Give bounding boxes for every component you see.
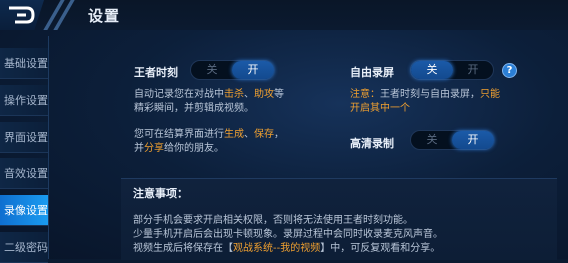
free-record-label: 自由录屏 — [350, 66, 394, 79]
question-icon[interactable]: ? — [502, 63, 517, 78]
toggle-on-option[interactable]: 开 — [452, 61, 494, 79]
sidebar-divider — [48, 36, 49, 259]
page-title: 设置 — [88, 7, 121, 25]
free-record-note: 注意：王者时刻与自由录屏，只能 开启其中一个 — [350, 89, 500, 114]
king-moment-share-description: 您可在结算界面进行生成、保存， 并分享给你的朋友。 — [134, 129, 284, 154]
sidebar-item-controls[interactable]: 操作设置 — [0, 85, 48, 116]
hd-record-label: 高清录制 — [350, 137, 394, 150]
king-moment-toggle[interactable]: 关 开 — [190, 60, 274, 80]
king-moment-description: 自动记录您在对战中击杀、助攻等 精彩瞬间，并剪辑成视频。 — [134, 89, 284, 114]
notice-line: 视频生成后将保存在【观战系统--我的视频】中，可反复观看和分享。 — [133, 243, 441, 254]
toggle-off-option[interactable]: 关 — [411, 61, 453, 79]
back-button[interactable] — [0, 0, 44, 30]
sidebar-item-interface[interactable]: 界面设置 — [0, 122, 48, 153]
toggle-on-option[interactable]: 开 — [232, 61, 274, 79]
sidebar-item-password[interactable]: 二级密码 — [0, 232, 48, 263]
hd-record-toggle[interactable]: 关 开 — [410, 130, 494, 150]
notice-title: 注意事项： — [133, 187, 188, 200]
king-moment-label: 王者时刻 — [134, 66, 178, 79]
notice-line: 少量手机开启后会出现卡顿现象。录屏过程中会同时收录麦克风声音。 — [133, 229, 443, 240]
sidebar-item-basic[interactable]: 基础设置 — [0, 48, 48, 79]
top-bar: 设置 — [0, 0, 568, 30]
notice-panel: 注意事项： 部分手机会要求开启相关权限，否则将无法使用王者时刻功能。 少量手机开… — [121, 178, 557, 260]
toggle-on-option[interactable]: 开 — [452, 131, 494, 149]
sidebar-item-sound[interactable]: 音效设置 — [0, 158, 48, 189]
settings-sidebar: 基础设置 操作设置 界面设置 音效设置 录像设置 二级密码 — [0, 36, 50, 263]
free-record-toggle[interactable]: 关 开 — [410, 60, 494, 80]
toggle-off-option[interactable]: 关 — [191, 61, 233, 79]
notice-line: 部分手机会要求开启相关权限，否则将无法使用王者时刻功能。 — [133, 215, 413, 226]
back-arrow-icon — [9, 6, 35, 24]
toggle-off-option[interactable]: 关 — [411, 131, 453, 149]
sidebar-item-recording[interactable]: 录像设置 — [0, 195, 48, 226]
